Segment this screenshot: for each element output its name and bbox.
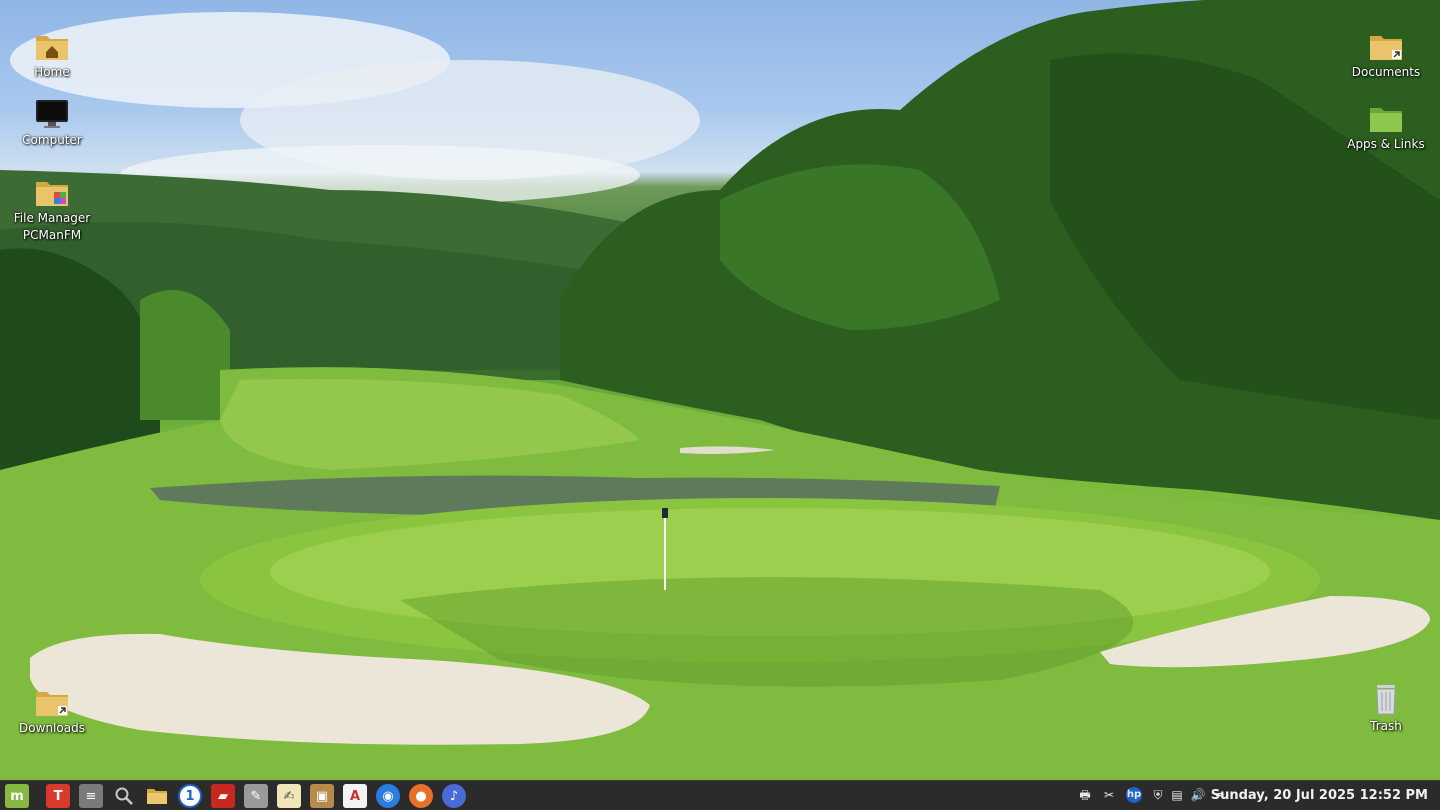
folder-icon	[147, 789, 167, 804]
mixer-settings-launcher[interactable]: ≡	[79, 784, 103, 808]
browser-icon: ◉	[382, 788, 394, 804]
mint-menu-button[interactable]: m	[5, 784, 29, 808]
clipboard-icon: ▤	[1171, 788, 1183, 802]
notes-launcher[interactable]: ✍	[277, 784, 301, 808]
notes-icon: ✍	[283, 788, 295, 804]
firefox-icon: ●	[415, 788, 427, 804]
computer-desktop-icon[interactable]: Computer	[7, 98, 97, 149]
clipboard-tray[interactable]: ▤	[1169, 787, 1185, 803]
hp-icon: hp	[1126, 789, 1142, 800]
folder-launcher[interactable]	[145, 784, 169, 808]
computer-monitor-icon	[36, 100, 68, 128]
search-launcher[interactable]	[112, 784, 136, 808]
home-label: Home	[34, 65, 70, 79]
pdf-launcher[interactable]: A	[343, 784, 367, 808]
documents-desktop-icon[interactable]: Documents	[1341, 30, 1431, 81]
clock[interactable]: Sunday, 20 Jul 2025 12:52 PM	[1211, 787, 1428, 804]
reader-launcher[interactable]: ▰	[211, 784, 235, 808]
downloads-label: Downloads	[19, 721, 85, 735]
apps-links-folder-icon	[1370, 108, 1402, 132]
password-manager-icon: 1	[185, 788, 195, 804]
file-manager-desktop-icon[interactable]: File Manager PCManFM	[7, 176, 97, 244]
archive-launcher[interactable]: ▣	[310, 784, 334, 808]
hp-tray[interactable]: hp	[1126, 787, 1142, 803]
volume-icon: 🔊	[1190, 788, 1206, 802]
mixer-settings-icon: ≡	[85, 788, 97, 804]
system-tool-icon: ✎	[250, 788, 262, 804]
reader-icon: ▰	[218, 788, 228, 804]
documents-label: Documents	[1351, 65, 1421, 79]
network-tool-tray[interactable]: ✂	[1101, 787, 1117, 803]
pdf-icon: A	[349, 788, 361, 804]
shield-tray[interactable]: ⛨	[1150, 787, 1166, 803]
documents-folder-icon	[1370, 36, 1402, 60]
home-folder-icon	[36, 36, 68, 60]
wallpaper-landscape	[0, 0, 1440, 780]
trash-label: Trash	[1370, 719, 1402, 733]
trash-desktop-icon[interactable]: Trash	[1341, 682, 1431, 735]
downloads-desktop-icon[interactable]: Downloads	[7, 686, 97, 737]
trash-can-icon	[1376, 685, 1396, 715]
text-editor-launcher[interactable]: T	[46, 784, 70, 808]
printer-tray[interactable]: 🖶	[1077, 787, 1093, 803]
volume-tray[interactable]: 🔊	[1190, 787, 1206, 803]
search-icon	[115, 787, 133, 805]
media-player-icon: ♪	[449, 788, 459, 804]
shield-icon: ⛨	[1153, 788, 1163, 802]
file-manager-folder-icon	[36, 182, 68, 206]
text-editor-icon: T	[53, 788, 63, 804]
system-tool-launcher[interactable]: ✎	[244, 784, 268, 808]
apps-links-desktop-icon[interactable]: Apps & Links	[1341, 102, 1431, 153]
file-manager-label: File Manager	[13, 211, 91, 225]
downloads-folder-icon	[36, 692, 68, 716]
browser-launcher[interactable]: ◉	[376, 784, 400, 808]
desktop-wallpaper: Home Computer File Manager PCManFM Downl…	[0, 0, 1440, 780]
file-manager-label-2: PCManFM	[22, 228, 82, 242]
password-manager-launcher[interactable]: 1	[178, 784, 202, 808]
firefox-launcher[interactable]: ●	[409, 784, 433, 808]
archive-icon: ▣	[315, 788, 329, 804]
taskbar-panel: m T ≡ 1 ▰ ✎ ✍ ▣ A ◉ ● ♪ 🖶 ✂ hp ⛨ ▤ 🔊 ✒ S…	[0, 780, 1440, 810]
mint-menu-icon: m	[10, 788, 24, 804]
network-tool-icon: ✂	[1103, 788, 1115, 802]
computer-label: Computer	[22, 133, 82, 147]
apps-links-label: Apps & Links	[1347, 137, 1425, 151]
printer-icon: 🖶	[1079, 788, 1091, 802]
home-desktop-icon[interactable]: Home	[7, 30, 97, 81]
media-player-launcher[interactable]: ♪	[442, 784, 466, 808]
